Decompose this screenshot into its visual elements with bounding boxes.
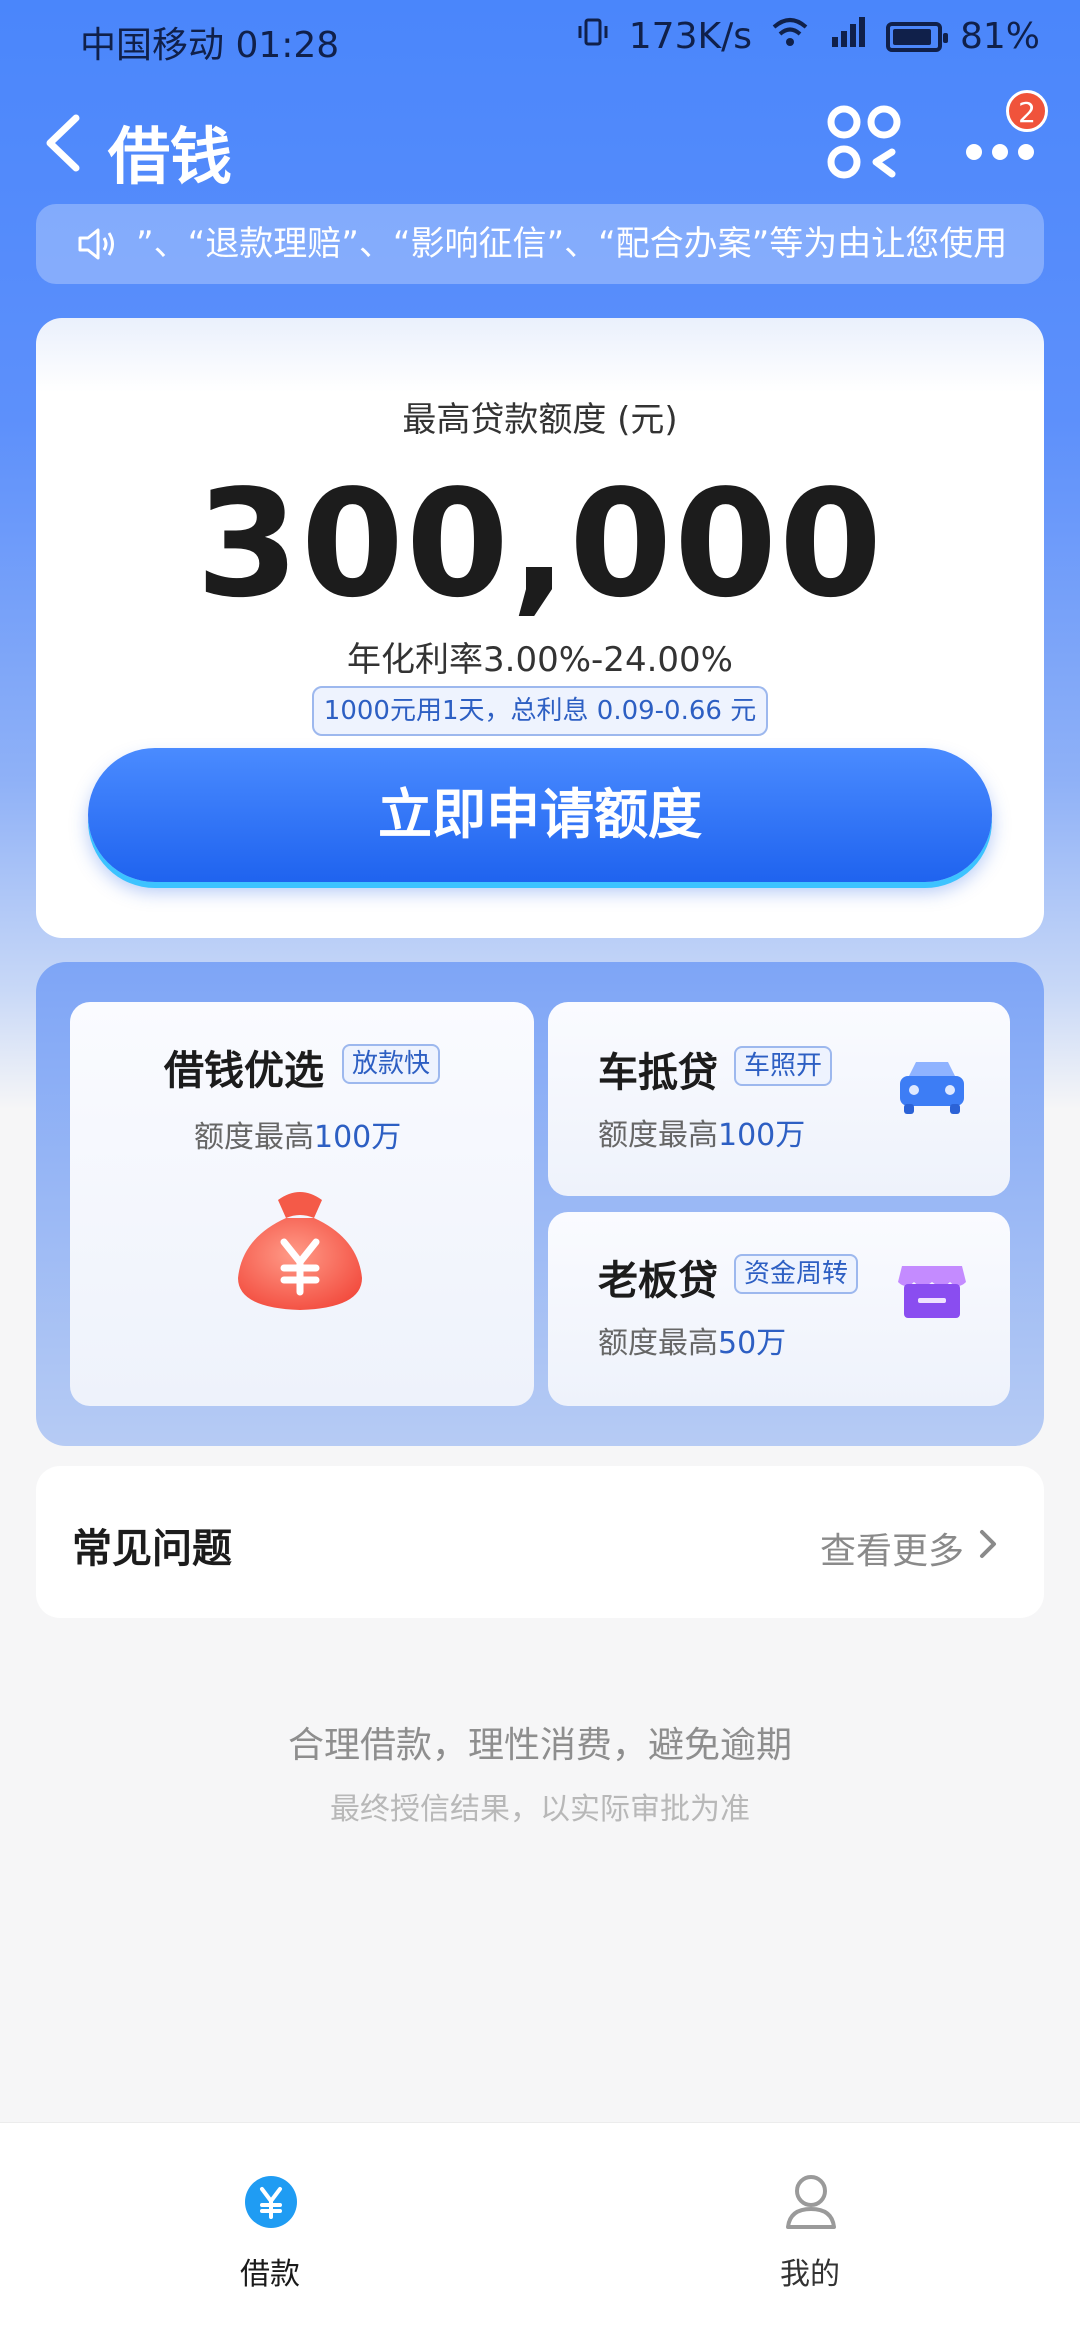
chevron-right-icon xyxy=(976,1526,1000,1562)
car-icon xyxy=(894,1050,970,1130)
yuan-icon xyxy=(244,2175,298,2229)
speaker-icon xyxy=(76,224,120,264)
carrier-time: 中国移动 01:28 xyxy=(80,25,340,66)
status-bar: 中国移动 01:28 173K/s 81% xyxy=(0,0,1080,72)
product-title: 借钱优选 xyxy=(164,1048,324,1094)
product-subtitle: 额度最高50万 xyxy=(598,1326,787,1361)
network-speed: 173K/s xyxy=(628,16,752,57)
store-icon xyxy=(894,1256,970,1336)
scan-icon xyxy=(827,105,901,179)
tab-borrow[interactable]: 借款 xyxy=(170,2153,370,2292)
product-card-laobandai[interactable]: 老板贷 资金周转 额度最高50万 xyxy=(548,1212,1010,1406)
back-button[interactable] xyxy=(36,110,96,176)
product-subtitle: 额度最高100万 xyxy=(194,1120,402,1155)
interest-rate: 年化利率3.00%-24.00% xyxy=(347,640,733,680)
notice-banner[interactable]: ”、“退款理赔”、“影响征信”、“配合办案”等为由让您使用 xyxy=(36,204,1044,284)
page: 中国移动 01:28 173K/s 81% 借钱 2 ”、“退款理赔”、“影响征… xyxy=(0,0,1080,2340)
back-arrow-icon xyxy=(46,114,80,172)
battery-level: 81% xyxy=(959,16,1040,57)
products-panel: 借钱优选 放款快 额度最高100万 车抵贷 车照开 额度最高100万 老板贷 资… xyxy=(36,962,1044,1446)
battery-icon xyxy=(885,21,948,52)
scan-button[interactable] xyxy=(826,104,902,180)
page-title: 借钱 xyxy=(108,120,233,193)
product-card-chedidai[interactable]: 车抵贷 车照开 额度最高100万 xyxy=(548,1002,1010,1196)
interest-example-tag: 1000元用1天，总利息 0.09-0.66 元 xyxy=(312,686,768,736)
navigation-bar: 借钱 xyxy=(0,88,1080,198)
faq-section[interactable]: 常见问题 查看更多 xyxy=(36,1466,1044,1618)
apply-limit-button[interactable]: 立即申请额度 xyxy=(88,748,992,882)
bottom-tab-bar: 借款 我的 xyxy=(0,2122,1080,2340)
signal-icon xyxy=(828,15,868,58)
slogan-sub: 最终授信结果，以实际审批为准 xyxy=(330,1792,750,1827)
tab-mine[interactable]: 我的 xyxy=(710,2153,910,2292)
faq-title: 常见问题 xyxy=(72,1526,232,1572)
loan-limit-card: 最高贷款额度 (元) 300,000 年化利率3.00%-24.00% 1000… xyxy=(36,318,1044,938)
slogan: 合理借款，理性消费，避免逾期 xyxy=(287,1725,792,1766)
product-tag: 资金周转 xyxy=(734,1254,859,1294)
faq-more-link[interactable]: 查看更多 xyxy=(820,1522,964,1574)
tab-label: 借款 xyxy=(240,2257,300,2292)
wifi-icon xyxy=(770,15,810,58)
limit-label: 最高贷款额度 (元) xyxy=(402,400,678,440)
more-icon xyxy=(966,144,982,160)
notification-badge: 2 xyxy=(1006,90,1048,132)
product-tag: 放款快 xyxy=(342,1044,441,1084)
product-subtitle: 额度最高100万 xyxy=(598,1118,806,1153)
status-indicators: 173K/s 81% xyxy=(575,14,1040,59)
product-title: 车抵贷 xyxy=(598,1050,718,1096)
money-bag-icon xyxy=(222,1178,378,1328)
vibrate-icon xyxy=(575,14,611,59)
product-title: 老板贷 xyxy=(598,1258,718,1304)
limit-amount: 300,000 xyxy=(195,458,885,630)
tab-label: 我的 xyxy=(780,2257,840,2292)
product-card-jieqian-youxuan[interactable]: 借钱优选 放款快 额度最高100万 xyxy=(70,1002,534,1406)
product-tag: 车照开 xyxy=(734,1046,833,1086)
person-icon xyxy=(784,2173,838,2231)
notice-text: ”、“退款理赔”、“影响征信”、“配合办案”等为由让您使用 xyxy=(136,224,1008,264)
